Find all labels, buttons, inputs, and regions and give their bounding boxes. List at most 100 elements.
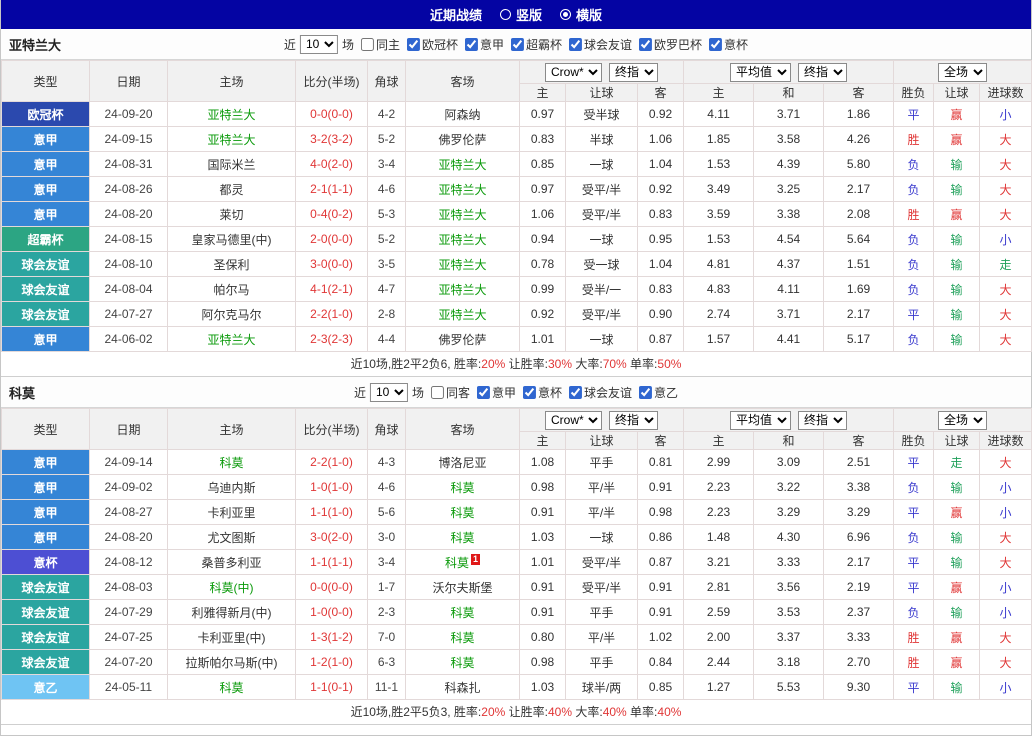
- recent-count-select[interactable]: 10: [300, 35, 338, 54]
- same-venue-filter-checkbox[interactable]: [361, 38, 374, 51]
- home-team-link[interactable]: 乌迪内斯: [207, 481, 255, 495]
- score-link[interactable]: 2-3(2-3): [310, 332, 353, 346]
- home-team-link[interactable]: 阿尔克马尔: [201, 308, 261, 322]
- score-link[interactable]: 3-2(3-2): [310, 132, 353, 146]
- home-team-link[interactable]: 科莫: [219, 681, 243, 695]
- away-team-link[interactable]: 阿森纳: [444, 108, 480, 122]
- home-team-link[interactable]: 亚特兰大: [207, 133, 255, 147]
- score-link[interactable]: 1-1(1-1): [310, 555, 353, 569]
- score-link[interactable]: 2-2(1-0): [310, 307, 353, 321]
- home-team-link[interactable]: 帕尔马: [213, 283, 249, 297]
- match-scope-select[interactable]: 全场: [938, 411, 987, 430]
- same-venue-filter-checkbox[interactable]: [431, 386, 444, 399]
- home-team-link[interactable]: 尤文图斯: [207, 531, 255, 545]
- league-filter-球会友谊-checkbox[interactable]: [569, 38, 582, 51]
- home-team-link[interactable]: 科莫(中): [210, 581, 254, 595]
- average-stage-select[interactable]: 终指: [798, 411, 847, 430]
- league-filter-超霸杯-checkbox[interactable]: [511, 38, 524, 51]
- away-team-link[interactable]: 亚特兰大: [438, 308, 486, 322]
- home-team-link[interactable]: 亚特兰大: [207, 108, 255, 122]
- same-venue-filter[interactable]: 同主: [356, 36, 400, 53]
- home-team-link[interactable]: 利雅得新月(中): [192, 606, 272, 620]
- league-filter-意杯-checkbox[interactable]: [523, 386, 536, 399]
- score-link[interactable]: 4-0(2-0): [310, 157, 353, 171]
- score-link[interactable]: 1-1(0-1): [310, 680, 353, 694]
- league-filter-意乙-checkbox[interactable]: [639, 386, 652, 399]
- odds-stage-select[interactable]: 终指: [609, 63, 658, 82]
- away-team-link[interactable]: 亚特兰大: [438, 183, 486, 197]
- league-filter-欧罗巴杯[interactable]: 欧罗巴杯: [634, 36, 702, 53]
- away-team-link[interactable]: 科莫: [450, 481, 474, 495]
- away-team-link[interactable]: 博洛尼亚: [438, 456, 486, 470]
- away-team-link[interactable]: 科莫: [450, 506, 474, 520]
- average-odds-select[interactable]: 平均值: [730, 411, 791, 430]
- score-link[interactable]: 1-1(1-0): [310, 505, 353, 519]
- score-link[interactable]: 0-0(0-0): [310, 107, 353, 121]
- league-filter-球会友谊[interactable]: 球会友谊: [564, 384, 632, 401]
- league-filter-意乙[interactable]: 意乙: [634, 384, 678, 401]
- league-filter-欧冠杯[interactable]: 欧冠杯: [402, 36, 458, 53]
- home-team-link[interactable]: 科莫: [219, 456, 243, 470]
- score-link[interactable]: 0-0(0-0): [310, 580, 353, 594]
- score-link[interactable]: 2-0(0-0): [310, 232, 353, 246]
- match-scope-select[interactable]: 全场: [938, 63, 987, 82]
- league-filter-意甲[interactable]: 意甲: [472, 384, 516, 401]
- away-team-link[interactable]: 科莫: [450, 631, 474, 645]
- away-team-link[interactable]: 亚特兰大: [438, 283, 486, 297]
- score-link[interactable]: 1-3(1-2): [310, 630, 353, 644]
- away-team-link[interactable]: 亚特兰大: [438, 208, 486, 222]
- league-filter-欧冠杯-checkbox[interactable]: [407, 38, 420, 51]
- league-filter-意杯[interactable]: 意杯: [704, 36, 748, 53]
- home-team-link[interactable]: 都灵: [219, 183, 243, 197]
- home-team-link[interactable]: 卡利亚里(中): [198, 631, 266, 645]
- away-team-link[interactable]: 科莫: [450, 656, 474, 670]
- average-odds-select[interactable]: 平均值: [730, 63, 791, 82]
- league-filter-意甲-checkbox[interactable]: [477, 386, 490, 399]
- league-filter-球会友谊-checkbox[interactable]: [569, 386, 582, 399]
- home-team-link[interactable]: 亚特兰大: [207, 333, 255, 347]
- away-team-link[interactable]: 科莫: [450, 606, 474, 620]
- home-team-link[interactable]: 国际米兰: [207, 158, 255, 172]
- league-filter-欧罗巴杯-checkbox[interactable]: [639, 38, 652, 51]
- recent-count-select[interactable]: 10: [370, 383, 408, 402]
- home-team-link[interactable]: 拉斯帕尔马斯(中): [186, 656, 278, 670]
- away-team-link[interactable]: 科莫: [450, 531, 474, 545]
- score-link[interactable]: 0-4(0-2): [310, 207, 353, 221]
- score-link[interactable]: 2-1(1-1): [310, 182, 353, 196]
- league-filter-超霸杯[interactable]: 超霸杯: [506, 36, 562, 53]
- league-filter-意甲[interactable]: 意甲: [460, 36, 504, 53]
- away-team-link[interactable]: 科莫: [445, 556, 469, 570]
- away-team-link[interactable]: 科森扎: [444, 681, 480, 695]
- away-team-link[interactable]: 亚特兰大: [438, 233, 486, 247]
- league-filter-意杯-checkbox[interactable]: [709, 38, 722, 51]
- home-team-link[interactable]: 桑普多利亚: [201, 556, 261, 570]
- home-team-link[interactable]: 皇家马德里(中): [192, 233, 272, 247]
- away-team-link[interactable]: 佛罗伦萨: [438, 133, 486, 147]
- score-link[interactable]: 4-1(2-1): [310, 282, 353, 296]
- league-filter-意甲-checkbox[interactable]: [465, 38, 478, 51]
- home-team-link[interactable]: 卡利亚里: [207, 506, 255, 520]
- score-link[interactable]: 3-0(2-0): [310, 530, 353, 544]
- away-team-link[interactable]: 亚特兰大: [438, 158, 486, 172]
- layout-radio-horizontal[interactable]: 横版: [560, 5, 602, 24]
- bookmaker-select[interactable]: Crow*: [545, 63, 602, 82]
- score-link[interactable]: 1-0(1-0): [310, 480, 353, 494]
- league-filter-球会友谊[interactable]: 球会友谊: [564, 36, 632, 53]
- odds-stage-select[interactable]: 终指: [609, 411, 658, 430]
- league-filter-意杯[interactable]: 意杯: [518, 384, 562, 401]
- score-link[interactable]: 1-0(0-0): [310, 605, 353, 619]
- away-team-link[interactable]: 亚特兰大: [438, 258, 486, 272]
- bookmaker-select[interactable]: Crow*: [545, 411, 602, 430]
- same-venue-filter[interactable]: 同客: [426, 384, 470, 401]
- average-stage-select[interactable]: 终指: [798, 63, 847, 82]
- score-link[interactable]: 3-0(0-0): [310, 257, 353, 271]
- home-team-link[interactable]: 圣保利: [213, 258, 249, 272]
- asian-away-odds: 0.91: [638, 575, 684, 600]
- home-team-link[interactable]: 莱切: [219, 208, 243, 222]
- away-team-link[interactable]: 沃尔夫斯堡: [432, 581, 492, 595]
- score-link[interactable]: 1-2(1-0): [310, 655, 353, 669]
- score-link[interactable]: 2-2(1-0): [310, 455, 353, 469]
- away-team-link[interactable]: 佛罗伦萨: [438, 333, 486, 347]
- layout-radio-vertical[interactable]: 竖版: [500, 5, 542, 24]
- corner-score: 5-2: [368, 127, 406, 152]
